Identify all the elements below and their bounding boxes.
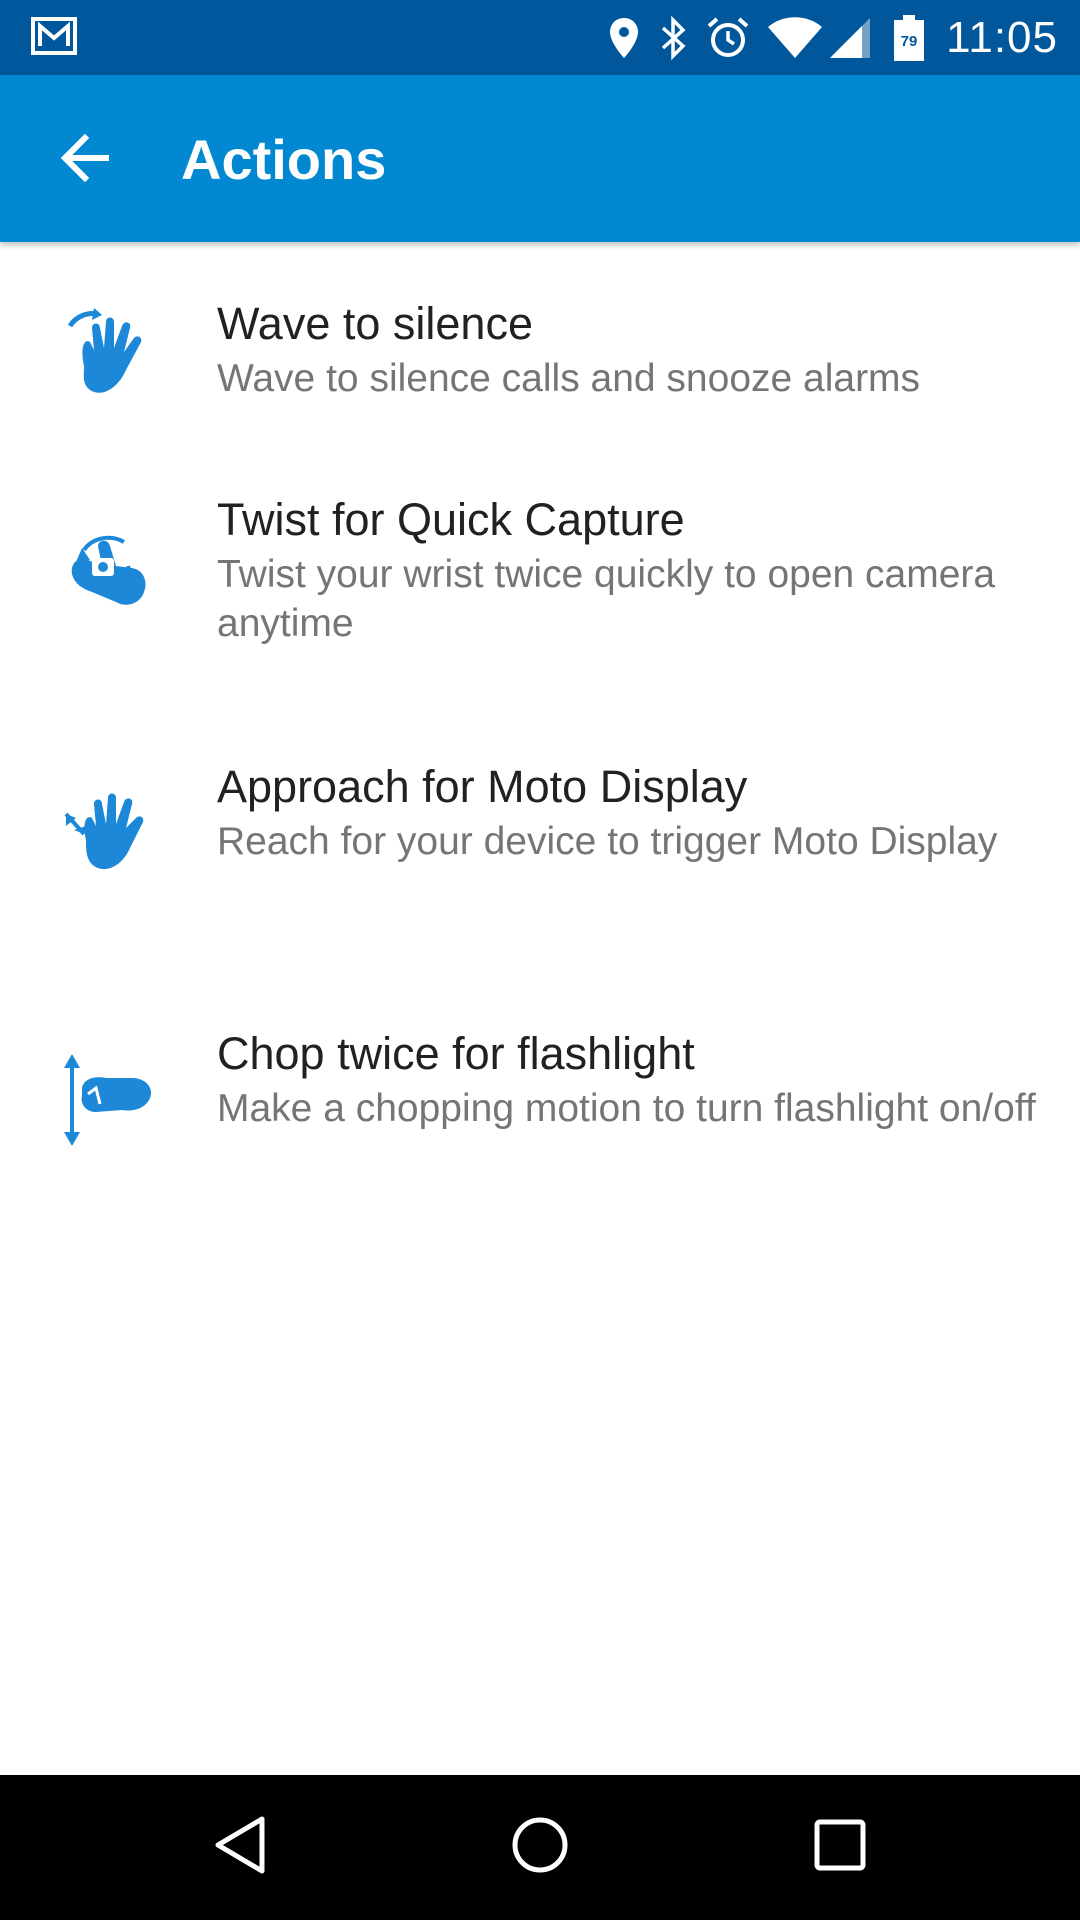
nav-back-button[interactable] xyxy=(200,1807,280,1887)
back-triangle-icon xyxy=(212,1815,268,1880)
item-subtitle: Twist your wrist twice quickly to open c… xyxy=(217,553,996,645)
nav-recents-button[interactable] xyxy=(800,1807,880,1887)
list-item-wave-to-silence[interactable]: Wave to silence Wave to silence calls an… xyxy=(0,242,1080,460)
recents-square-icon xyxy=(812,1817,868,1878)
status-time: 11:05 xyxy=(946,12,1058,62)
status-bar: 79 11:05 xyxy=(0,0,1080,75)
list-item-chop-twice-for-flashlight[interactable]: Chop twice for flashlight Make a choppin… xyxy=(0,994,1080,1261)
twist-camera-icon xyxy=(58,518,158,618)
bluetooth-icon xyxy=(658,15,688,60)
item-subtitle: Make a chopping motion to turn flashligh… xyxy=(217,1087,1036,1130)
list-item-twist-for-quick-capture[interactable]: Twist for Quick Capture Twist your wrist… xyxy=(0,460,1080,727)
page-title: Actions xyxy=(181,128,387,191)
wave-hand-icon xyxy=(58,304,158,404)
home-circle-icon xyxy=(510,1815,570,1880)
item-title: Twist for Quick Capture xyxy=(217,494,685,545)
item-title: Chop twice for flashlight xyxy=(217,1028,695,1079)
actions-list: Wave to silence Wave to silence calls an… xyxy=(0,242,1080,1261)
signal-icon xyxy=(828,17,872,59)
navigation-bar xyxy=(0,1775,1080,1920)
alarm-icon xyxy=(706,16,750,60)
wifi-icon xyxy=(768,16,823,59)
arrow-back-icon xyxy=(59,133,111,187)
battery-level-text: 79 xyxy=(901,33,918,50)
item-title: Approach for Moto Display xyxy=(217,761,748,812)
battery-icon: 79 xyxy=(894,14,925,61)
back-button[interactable] xyxy=(50,125,120,195)
gmail-icon xyxy=(30,16,78,61)
approach-hand-icon xyxy=(58,782,158,882)
location-icon xyxy=(608,16,640,60)
item-title: Wave to silence xyxy=(217,298,533,349)
nav-home-button[interactable] xyxy=(500,1807,580,1887)
app-bar: Actions xyxy=(0,75,1080,242)
list-item-approach-for-moto-display[interactable]: Approach for Moto Display Reach for your… xyxy=(0,727,1080,994)
chop-hand-icon xyxy=(58,1050,158,1150)
item-subtitle: Reach for your device to trigger Moto Di… xyxy=(217,820,998,863)
item-subtitle: Wave to silence calls and snooze alarms xyxy=(217,357,921,400)
